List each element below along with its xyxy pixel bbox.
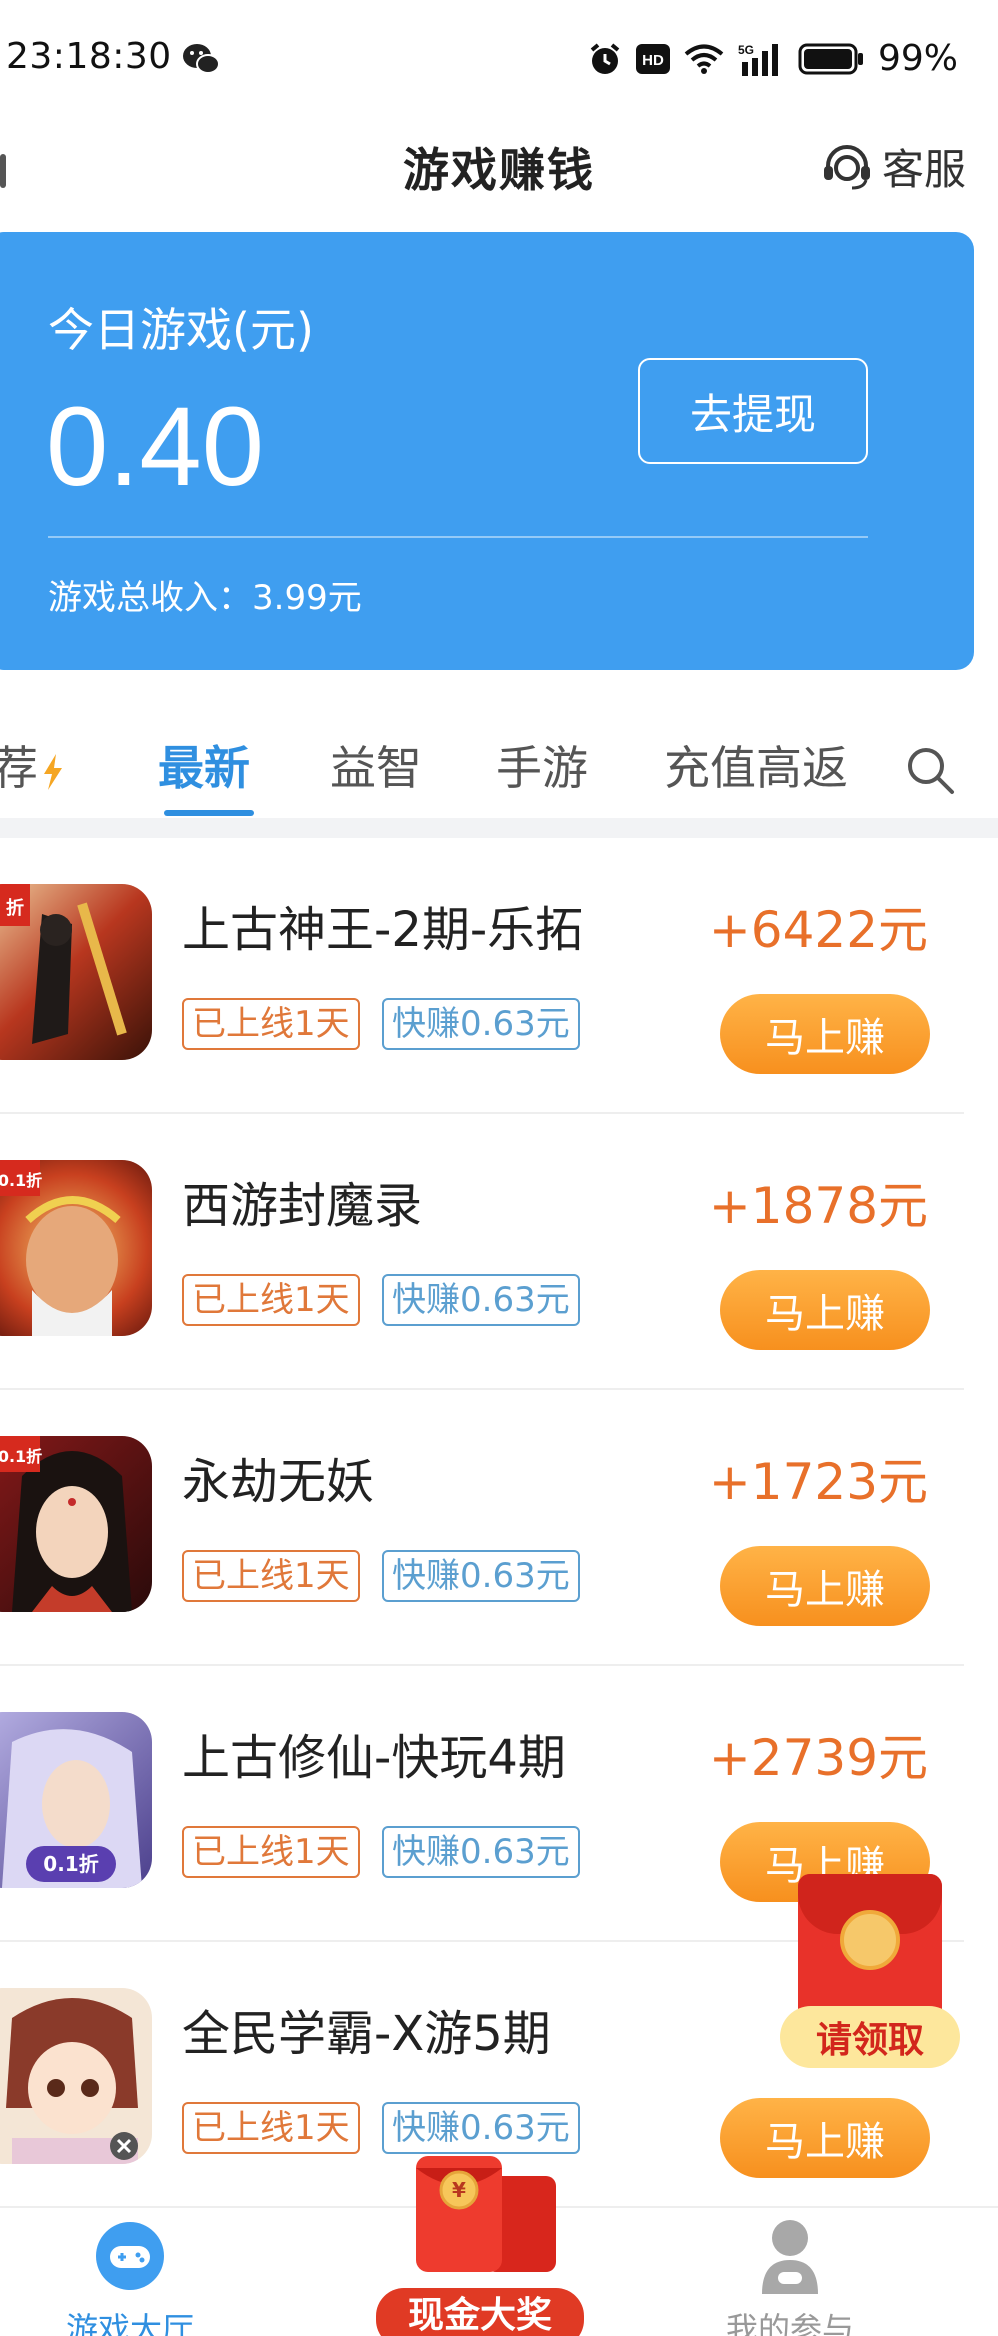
online-days-tag: 已上线1天 [182, 1274, 360, 1326]
section-separator [0, 818, 998, 838]
svg-text:折: 折 [6, 897, 24, 919]
earn-now-button[interactable]: 马上赚 [720, 1270, 930, 1350]
red-packet-seal [840, 1910, 900, 1970]
earn-now-button[interactable]: 马上赚 [720, 1546, 930, 1626]
total-income-text: 游戏总收入：3.99元 [48, 578, 362, 618]
lightning-icon [44, 753, 62, 790]
game-name: 永劫无妖 [182, 1454, 375, 1510]
svg-text:0.1折: 0.1折 [0, 1171, 42, 1190]
online-days-tag: 已上线1天 [182, 1826, 360, 1878]
wechat-icon [183, 44, 220, 74]
battery-icon [798, 43, 863, 74]
alarm-icon [590, 42, 620, 74]
game-name: 全民学霸-X游5期 [182, 2006, 551, 2062]
app-header: 游戏赚钱 客服 [0, 120, 998, 220]
active-tab-indicator [164, 810, 254, 816]
game-icon[interactable]: 0.1折 [0, 1160, 152, 1336]
tab-recommend[interactable]: 荐 [0, 732, 64, 798]
online-days-tag: 已上线1天 [182, 2102, 360, 2154]
game-icon[interactable] [0, 1988, 152, 2164]
headset-icon [823, 144, 870, 189]
earn-now-button[interactable]: 马上赚 [720, 2098, 930, 2178]
tab-mobile-games[interactable]: 手游 [496, 732, 588, 798]
tab-recommend-label: 荐 [0, 741, 38, 795]
customer-service-button[interactable]: 客服 [820, 136, 966, 197]
cash-prize-icon: ¥ [416, 2156, 556, 2272]
reward-amount: +6422元 [708, 901, 928, 959]
online-days-tag: 已上线1天 [182, 998, 360, 1050]
svg-text:0.1折: 0.1折 [43, 1852, 98, 1876]
svg-text:5G: 5G [738, 43, 754, 57]
nav-my-participation[interactable]: 我的参与 [670, 2208, 910, 2336]
nav-cash-prize[interactable]: ¥ 现金大奖 [360, 2156, 600, 2336]
earn-now-button[interactable]: 马上赚 [720, 994, 930, 1074]
game-icon[interactable]: 折 [0, 884, 152, 1060]
quick-earn-tag: 快赚0.63元 [382, 2102, 580, 2154]
reward-amount: +2739元 [708, 1729, 928, 1787]
withdraw-button[interactable]: 去提现 [638, 358, 868, 464]
quick-earn-tag: 快赚0.63元 [382, 1550, 580, 1602]
game-name: 上古神王-2期-乐拓 [182, 902, 584, 958]
nav-cash-prize-label: 现金大奖 [376, 2288, 584, 2336]
quick-earn-tag: 快赚0.63元 [382, 998, 580, 1050]
search-icon[interactable] [902, 742, 958, 798]
game-name: 上古修仙-快玩4期 [182, 1730, 566, 1786]
reward-amount: +1723元 [708, 1453, 928, 1511]
wifi-icon [684, 44, 724, 74]
quick-earn-tag: 快赚0.63元 [382, 1826, 580, 1878]
user-icon [762, 2220, 818, 2294]
online-days-tag: 已上线1天 [182, 1550, 360, 1602]
category-tabs: 荐 最新 益智 手游 充值高返 [0, 722, 998, 818]
game-icon[interactable]: 0.1折 [0, 1712, 152, 1888]
game-row[interactable]: 0.1折 西游封魔录 已上线1天 快赚0.63元 +1878元 马上赚 [0, 1114, 998, 1390]
customer-service-label: 客服 [881, 145, 966, 194]
svg-text:0.1折: 0.1折 [0, 1447, 42, 1466]
bottom-nav: 游戏大厅 ¥ 现金大奖 我的参与 [0, 2156, 998, 2336]
tab-latest[interactable]: 最新 [158, 732, 250, 798]
gamepad-icon [96, 2222, 164, 2290]
reward-amount: +1878元 [708, 1177, 928, 1235]
card-divider [48, 536, 868, 538]
game-name: 西游封魔录 [182, 1178, 423, 1234]
today-earnings-value: 0.40 [46, 384, 264, 509]
svg-text:¥: ¥ [452, 2178, 466, 2202]
tab-recharge-rebate[interactable]: 充值高返 [664, 732, 848, 798]
5g-signal-icon: 5G [738, 43, 778, 76]
quick-earn-tag: 快赚0.63元 [382, 1274, 580, 1326]
svg-text:HD: HD [642, 52, 664, 69]
nav-game-lobby[interactable]: 游戏大厅 [10, 2208, 250, 2336]
today-earnings-label: 今日游戏(元) [48, 303, 314, 357]
status-time: 23:18:30 [6, 36, 172, 77]
tab-puzzle[interactable]: 益智 [330, 732, 422, 798]
nav-game-lobby-label: 游戏大厅 [65, 2310, 194, 2336]
game-row[interactable]: 0.1折 永劫无妖 已上线1天 快赚0.63元 +1723元 马上赚 [0, 1390, 998, 1666]
battery-percent: 99% [877, 38, 958, 79]
nav-my-participation-label: 我的参与 [725, 2310, 854, 2336]
game-row[interactable]: 折 上古神王-2期-乐拓 已上线1天 快赚0.63元 +6422元 马上赚 [0, 838, 998, 1114]
game-icon[interactable]: 0.1折 [0, 1436, 152, 1612]
claim-label: 请领取 [780, 2006, 960, 2068]
earnings-card: 今日游戏(元) 0.40 去提现 游戏总收入：3.99元 [0, 232, 974, 670]
red-packet-float[interactable]: 请领取 [780, 1874, 960, 2084]
status-bar: 23:18:30 HD 5G 99% [0, 0, 998, 120]
hd-icon: HD [635, 43, 670, 74]
